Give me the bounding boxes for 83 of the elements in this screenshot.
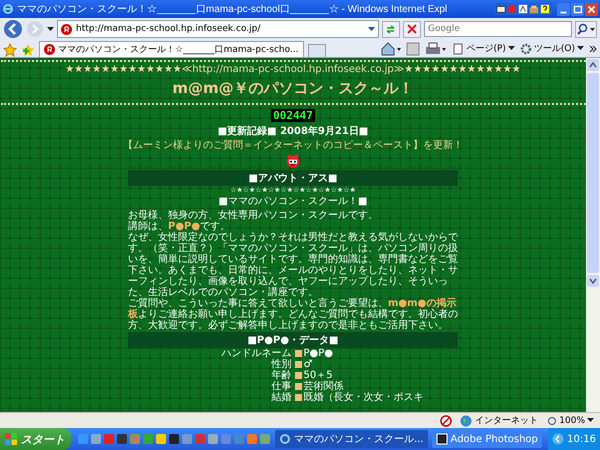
zoom-control[interactable]: 100% — [547, 416, 594, 426]
square-bullet-icon — [294, 361, 302, 368]
search-field[interactable]: Google — [424, 21, 572, 37]
new-tab-button[interactable] — [308, 44, 326, 57]
refresh-button[interactable] — [382, 20, 400, 38]
app-icon — [436, 433, 448, 445]
field-value: 50＋5 — [304, 370, 333, 381]
chevron-icon[interactable] — [589, 44, 597, 52]
gear-icon — [520, 42, 532, 54]
scroll-thumb[interactable] — [587, 73, 599, 273]
toolbox-icon — [529, 4, 539, 14]
maximize-button[interactable] — [571, 2, 584, 16]
section-header: ■P●P●・データ■ — [128, 332, 458, 348]
home-icon[interactable] — [381, 42, 402, 56]
command-menu[interactable]: ページ(P) — [452, 42, 515, 55]
scroll-down-icon[interactable] — [587, 275, 599, 287]
quick-launch-icon[interactable] — [207, 433, 219, 445]
scroll-up-icon[interactable] — [587, 59, 599, 71]
privacy-icon — [440, 414, 452, 426]
field-label: 結婚 — [270, 392, 292, 403]
square-bullet-icon — [294, 383, 302, 390]
paragraph: 講師は、P●P●です。 — [128, 221, 232, 232]
dropdown-arrow-icon — [508, 46, 515, 51]
square-bullet-icon — [294, 372, 302, 379]
page-icon — [452, 42, 464, 54]
minimize-button[interactable] — [557, 2, 570, 16]
dropdown-arrow-icon[interactable] — [368, 26, 375, 32]
site-url-text: ★★★★★★★★★★★★★≪http://mama-pc-school.hp.infoseek.co.jp≫★★★★★★★★★★★★★ — [65, 64, 521, 75]
visitor-counter: 002447 — [271, 109, 315, 122]
add-favorite-icon[interactable] — [21, 43, 35, 57]
windows-flag-icon — [4, 432, 18, 446]
paragraph: なぜ、女性限定なのでしょうか？それは男性だと教える気がしないからです。（笑・正直？）「ママのパソコン・スクール」は、パソコン周りの扱いを、簡単に説明しているサイトです。専門的知識は、専門書などをご覧下さい。あくまでも、日常的に、メールのやりとりをしたり、ネット・サーフィンしたり、画像を取り込んで、ヤフーにアップしたり、そういった、生活レベルでのパソコン・講座です。 — [128, 232, 458, 298]
field-value: ♂ — [304, 359, 312, 370]
section-subtitle: ■ママのパソコン・スクール！■ — [218, 195, 368, 208]
section-header: ■アバウト・アス■ — [128, 170, 458, 186]
taskbar-button[interactable]: Adobe Photoshop — [432, 430, 542, 448]
stop-button[interactable] — [403, 20, 421, 38]
square-bullet-icon — [294, 350, 302, 357]
quick-launch-icon[interactable] — [181, 433, 193, 445]
site-logo-icon — [61, 24, 72, 34]
dropdown-arrow-icon[interactable] — [47, 26, 54, 32]
quick-launch-icon[interactable] — [90, 433, 102, 445]
close-button[interactable] — [585, 2, 598, 16]
help-icon — [540, 4, 550, 14]
search-icon[interactable] — [575, 20, 597, 38]
update-date: ■更新記録■ 2008年9月21日■ — [218, 124, 368, 138]
square-bullet-icon — [294, 394, 302, 401]
browser-tab[interactable]: ママのパソコン・スクール！☆_______口mama-pc-scho... — [39, 41, 304, 57]
update-note: 【ムーミン様よりのご質問＝インターネットのコピー＆ペースト】を更新！ — [123, 138, 463, 152]
field-label: 性別 — [270, 359, 292, 370]
address-field[interactable]: http://mama-pc-school.hp.infoseek.co.jp/ — [57, 20, 379, 38]
quick-launch-icon[interactable] — [259, 433, 271, 445]
scrollbar[interactable] — [586, 58, 600, 412]
command-menu[interactable]: ツール(O) — [520, 42, 584, 55]
field-label: ハンドルネーム — [220, 348, 292, 359]
paragraph: お母様、独身の方、女性専用パソコン・スクールです。 — [128, 210, 379, 221]
field-value: 既婚（長女・次女・ポスキ — [304, 392, 424, 403]
quick-launch-icon[interactable] — [116, 433, 128, 445]
dropdown-arrow-icon — [577, 46, 584, 51]
start-button[interactable]: スタート — [0, 428, 71, 450]
cartoon-face-icon — [284, 152, 302, 170]
quick-launch-icon[interactable] — [155, 433, 167, 445]
printer-icon[interactable] — [425, 42, 448, 56]
quick-launch-icon[interactable] — [77, 433, 89, 445]
globe-icon — [460, 414, 472, 426]
quick-launch-icon[interactable] — [246, 433, 258, 445]
window-title: ママのパソコン・スクール！☆_______口mama-pc-school口_______☆ - Windows Internet Expl — [17, 3, 448, 16]
field-label: 年齢 — [270, 370, 292, 381]
dropdown-arrow-icon — [587, 418, 594, 423]
url-text: http://mama-pc-school.hp.infoseek.co.jp/ — [76, 24, 262, 34]
security-zone: インターネット — [475, 415, 538, 427]
site-heading: m@m@￥のパソコン・スク～ル！ — [172, 78, 414, 99]
quick-launch-icon[interactable] — [168, 433, 180, 445]
paragraph: ご質問や、こういった事に答えて欲しいと言うご要望は、m●m●の掲示板よりご連絡お願い申し上げます。どんなご質問でも結構です。初心者の方、大歓迎です。必ずご解答申し上げますので是非ともご活用下さい。 — [128, 298, 458, 331]
taskbar-button[interactable]: ママのパソコン・スクール... — [275, 430, 428, 448]
clock: 10:16 — [567, 434, 596, 444]
field-value: P●P● — [304, 348, 334, 359]
favorites-star-icon[interactable] — [3, 43, 17, 57]
back-button[interactable] — [3, 19, 23, 39]
field-label: 仕事 — [270, 381, 292, 392]
ball-icon — [507, 4, 517, 14]
site-logo-icon — [44, 44, 55, 55]
field-value: 芸術関係 — [304, 381, 344, 392]
